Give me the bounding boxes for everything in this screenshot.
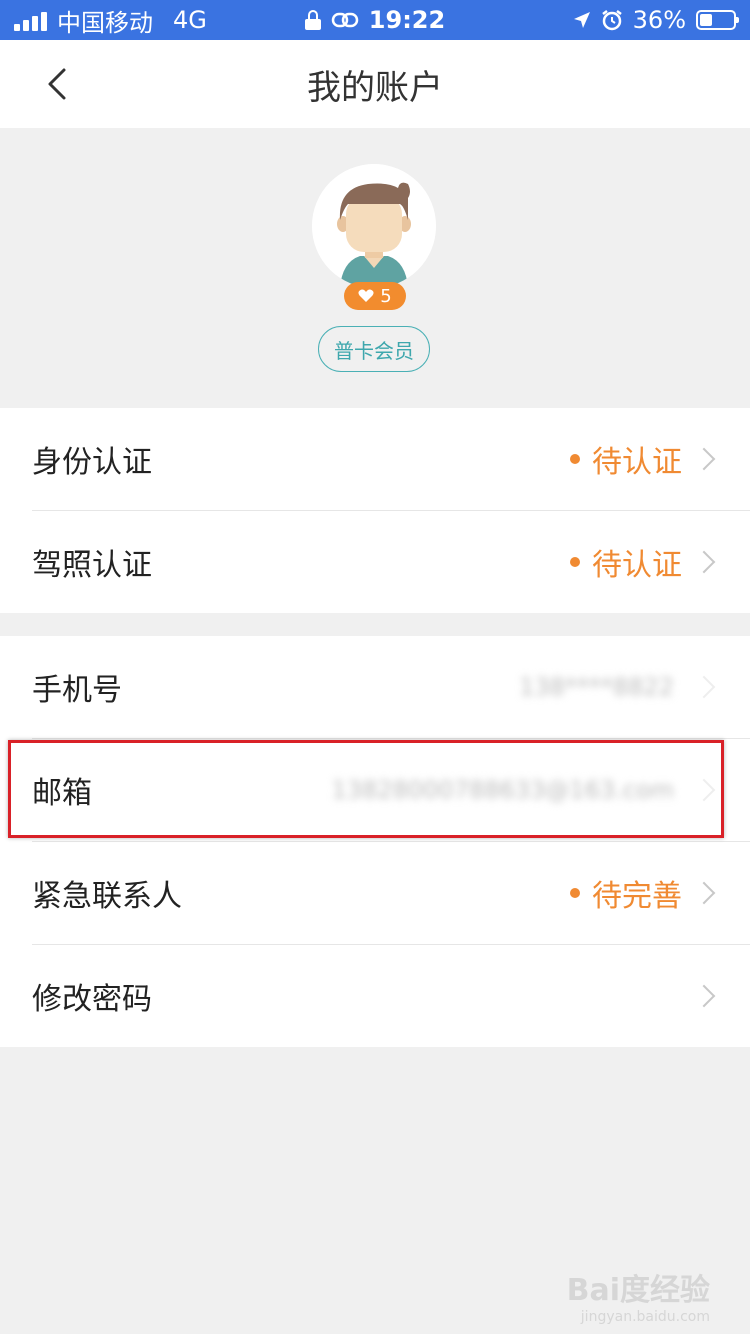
watermark-url: jingyan.baidu.com xyxy=(580,1309,710,1325)
lock-icon xyxy=(304,10,321,30)
list-item-phone[interactable]: 手机号 138****8822 xyxy=(32,636,750,739)
account-info-group: 手机号 138****8822 邮箱 13828000788633@163.co… xyxy=(0,636,750,1047)
list-item-emergency-contact[interactable]: 紧急联系人 待完善 xyxy=(32,842,750,945)
chevron-right-icon xyxy=(692,447,716,471)
likes-count: 5 xyxy=(380,285,392,307)
status-dot-icon xyxy=(570,888,580,898)
watermark-brand: Bai度经验 xyxy=(566,1273,710,1308)
chevron-right-icon xyxy=(692,675,716,699)
chevron-right-icon xyxy=(692,881,716,905)
row-label: 修改密码 xyxy=(32,982,152,1017)
status-text: 待认证 xyxy=(592,445,682,480)
location-arrow-icon xyxy=(573,12,590,28)
member-level-badge[interactable]: 普卡会员 xyxy=(318,326,430,372)
battery-percent: 36% xyxy=(632,6,686,34)
status-dot-icon xyxy=(570,557,580,567)
highlight-annotation xyxy=(8,740,724,838)
avatar[interactable] xyxy=(312,164,436,288)
row-label: 手机号 xyxy=(32,673,122,708)
avatar-illustration xyxy=(312,164,436,288)
list-item-identity-verification[interactable]: 身份认证 待认证 xyxy=(32,408,750,511)
row-label: 驾照认证 xyxy=(32,548,152,583)
chevron-right-icon xyxy=(692,984,716,1008)
verification-group: 身份认证 待认证 驾照认证 待认证 xyxy=(0,408,750,613)
page-title: 我的账户 xyxy=(307,67,443,108)
row-label: 紧急联系人 xyxy=(32,879,182,914)
chevron-right-icon xyxy=(692,550,716,574)
heart-icon xyxy=(358,289,374,302)
status-bar: 中国移动 4G 19:22 36% xyxy=(0,0,750,40)
clock-time: 19:22 xyxy=(368,6,446,34)
row-label: 身份认证 xyxy=(32,445,152,480)
nav-bar: 我的账户 xyxy=(0,40,750,128)
back-button[interactable] xyxy=(40,64,80,104)
member-level-label: 普卡会员 xyxy=(334,338,414,363)
battery-icon xyxy=(696,10,739,30)
status-text: 待完善 xyxy=(592,879,682,914)
list-item-license-verification[interactable]: 驾照认证 待认证 xyxy=(32,511,750,613)
alarm-icon xyxy=(601,10,622,31)
phone-value: 138****8822 xyxy=(519,673,674,701)
watermark: Bai度经验 jingyan.baidu.com xyxy=(567,1265,710,1325)
likes-badge: 5 xyxy=(344,282,406,310)
status-text: 待认证 xyxy=(592,548,682,583)
status-dot-icon xyxy=(570,454,580,464)
link-icon xyxy=(331,12,359,28)
list-item-change-password[interactable]: 修改密码 xyxy=(32,945,750,1047)
chevron-left-icon xyxy=(48,68,66,100)
